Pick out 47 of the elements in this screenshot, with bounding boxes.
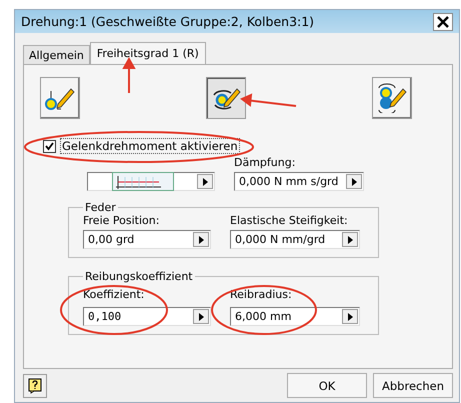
input-field[interactable]: 6,000 mm: [230, 307, 360, 326]
field-value: 0,000 N mm/grd: [234, 233, 326, 246]
arrow-icon: [198, 312, 204, 320]
checkbox-label: Gelenkdrehmoment aktivieren: [60, 138, 240, 154]
arrow-button[interactable]: [342, 309, 358, 324]
arrow-icon: [198, 236, 204, 244]
help-icon: [28, 378, 42, 394]
field-value: 0,100: [87, 310, 122, 323]
pair-pencil-icon: [377, 83, 407, 113]
input-field[interactable]: 0,000 N mm/grd: [230, 230, 360, 249]
field-label: Elastische Steifigkeit:: [230, 214, 349, 227]
arrow-button[interactable]: [346, 174, 362, 189]
tab[interactable]: Allgemein: [23, 45, 90, 64]
field-value: 6,000 mm: [234, 310, 292, 323]
window-title: Drehung:1 (Geschweißte Gruppe:2, Kolben3:1): [21, 14, 316, 29]
help-button[interactable]: [23, 374, 47, 398]
graph-icon: [112, 172, 174, 191]
arrow-button[interactable]: [193, 232, 209, 247]
arrow-icon: [348, 312, 352, 320]
group-title: Feder: [84, 201, 117, 214]
arrow-button[interactable]: [197, 174, 213, 189]
input-field[interactable]: 0,000 N mm s/grd: [234, 172, 364, 191]
tab[interactable]: Freiheitsgrad 1 (R): [90, 42, 206, 64]
field-label: Koeffizient:: [83, 288, 146, 301]
checkbox[interactable]: [43, 140, 56, 152]
check-icon: [45, 142, 54, 150]
field-label: Freie Position:: [83, 214, 160, 227]
field-value: 0,00 grd: [87, 233, 136, 246]
close-icon: [437, 16, 449, 28]
field-label: Dämpfung:: [234, 156, 296, 169]
input-field[interactable]: 0,100: [83, 307, 211, 326]
arrow-button[interactable]: [193, 309, 209, 324]
mode-button[interactable]: [206, 77, 246, 119]
arrow-button[interactable]: [342, 232, 358, 247]
arrow-icon: [202, 178, 208, 186]
mode-button[interactable]: [372, 77, 412, 119]
group-title: Reibungskoeffizient: [84, 270, 194, 283]
field-label: Reibradius:: [230, 288, 293, 301]
dialog-button[interactable]: OK: [287, 373, 367, 398]
input-field[interactable]: 0,00 grd: [83, 230, 211, 249]
mode-button[interactable]: [40, 77, 80, 119]
field-value: 0,000 N mm s/grd: [238, 175, 340, 188]
dialog-button[interactable]: Abbrechen: [373, 373, 453, 398]
curve-field[interactable]: [87, 172, 215, 191]
close-button[interactable]: [433, 12, 453, 30]
arrow-icon: [352, 178, 356, 186]
arrow-icon: [348, 236, 352, 244]
